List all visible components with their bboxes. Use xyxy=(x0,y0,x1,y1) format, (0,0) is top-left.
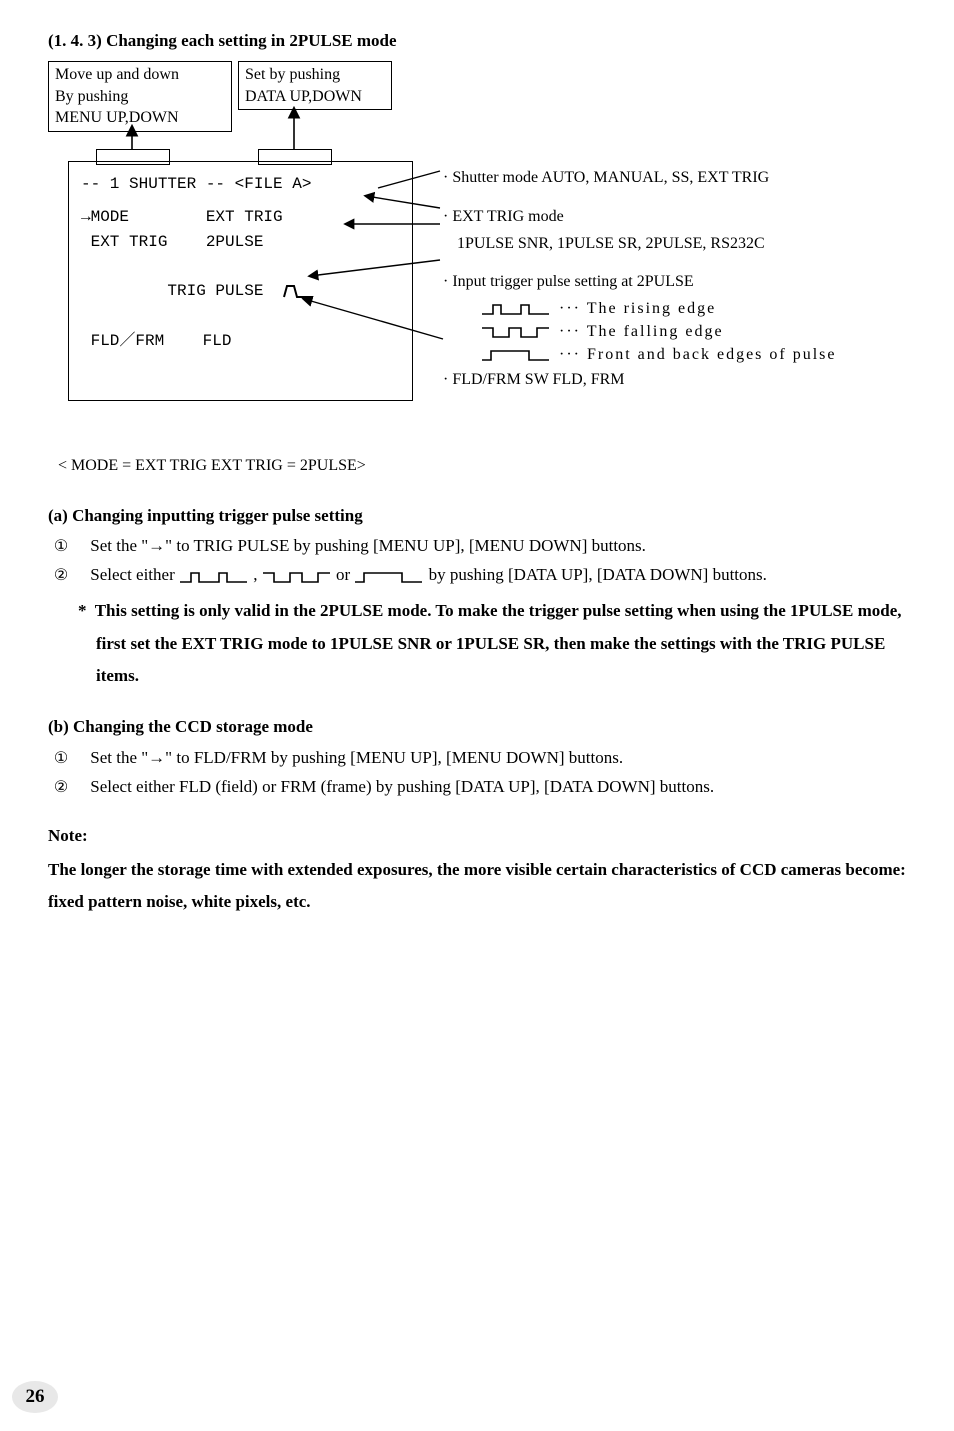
callout-menu-updown: Move up and down By pushing MENU UP,DOWN xyxy=(48,61,232,132)
circled-2-icon: ② xyxy=(66,565,86,587)
a-step-2-text-d: by pushing [DATA UP], [DATA DOWN] button… xyxy=(429,565,767,584)
legend-falling-text: ··· The falling edge xyxy=(559,323,724,340)
osd-line-mode: →MODE EXT TRIG xyxy=(81,205,400,230)
asterisk-icon: * xyxy=(78,601,87,620)
section-a: (a) Changing inputting trigger pulse set… xyxy=(48,505,906,693)
a-step-1: ① Set the "→" to TRIG PULSE by pushing [… xyxy=(66,535,906,558)
legend-rising-text: ··· The rising edge xyxy=(559,300,716,317)
legend-exttrig-values: 1PULSE SNR, 1PULSE SR, 2PULSE, RS232C xyxy=(443,232,837,255)
pulse-rising-icon xyxy=(481,302,551,316)
note-body: The longer the storage time with extende… xyxy=(48,854,906,919)
b-step-2: ② Select either FLD (field) or FRM (fram… xyxy=(66,776,906,799)
osd-line-fldfrm: FLD／FRM FLD xyxy=(81,329,400,354)
diagram-legend: · Shutter mode AUTO, MANUAL, SS, EXT TRI… xyxy=(443,166,837,396)
legend-both: ··· Front and back edges of pulse xyxy=(443,343,837,366)
callout-data-updown: Set by pushing DATA UP,DOWN xyxy=(238,61,392,110)
page-number: 26 xyxy=(12,1381,58,1413)
legend-shutter: · Shutter mode AUTO, MANUAL, SS, EXT TRI… xyxy=(443,166,837,189)
diagram: Move up and down By pushing MENU UP,DOWN… xyxy=(48,61,906,451)
osd-line-exttrig: EXT TRIG 2PULSE xyxy=(81,230,400,255)
b-step-2-text: Select either FLD (field) or FRM (frame)… xyxy=(90,777,714,796)
pulse-both-icon xyxy=(283,284,317,298)
diagram-caption: < MODE = EXT TRIG EXT TRIG = 2PULSE> xyxy=(58,455,906,477)
legend-rising: ··· The rising edge xyxy=(443,297,837,320)
pulse-falling-icon xyxy=(481,325,551,339)
osd-trigpulse-label: TRIG PULSE xyxy=(158,282,283,300)
legend-falling: ··· The falling edge xyxy=(443,320,837,343)
section-b: (b) Changing the CCD storage mode ① Set … xyxy=(48,716,906,799)
a-step-2: ② Select either , or by pushing [DATA UP… xyxy=(66,564,906,587)
legend-both-text: ··· Front and back edges of pulse xyxy=(559,346,837,363)
circled-1-icon-b: ① xyxy=(66,748,86,770)
section-title: (1. 4. 3) Changing each setting in 2PULS… xyxy=(48,30,906,53)
pulse-rising-inline-icon xyxy=(179,570,249,584)
legend-input-head: · Input trigger pulse setting at 2PULSE xyxy=(443,270,837,293)
a-note-text: This setting is only valid in the 2PULSE… xyxy=(95,601,902,685)
a-step-2-text-c: or xyxy=(336,565,354,584)
circled-1-icon: ① xyxy=(66,536,86,558)
page: (1. 4. 3) Changing each setting in 2PULS… xyxy=(0,0,954,1431)
note-head: Note: xyxy=(48,825,906,848)
b-step-1-text: Set the "→" to FLD/FRM by pushing [MENU … xyxy=(90,748,623,767)
a-note: * This setting is only valid in the 2PUL… xyxy=(66,595,906,692)
a-step-1-text: Set the "→" to TRIG PULSE by pushing [ME… xyxy=(90,536,646,555)
legend-fldfrm: · FLD/FRM SW FLD, FRM xyxy=(443,368,837,391)
section-a-head: (a) Changing inputting trigger pulse set… xyxy=(48,505,906,528)
note-section: Note: The longer the storage time with e… xyxy=(48,825,906,919)
b-step-1: ① Set the "→" to FLD/FRM by pushing [MEN… xyxy=(66,747,906,770)
pulse-falling-inline-icon xyxy=(262,570,332,584)
osd-line-title: -- 1 SHUTTER -- <FILE A> xyxy=(81,172,400,197)
a-step-2-text-a: Select either xyxy=(90,565,179,584)
osd-screen: -- 1 SHUTTER -- <FILE A> →MODE EXT TRIG … xyxy=(68,161,413,401)
osd-line-trigpulse: TRIG PULSE xyxy=(81,254,400,328)
a-step-2-text-b: , xyxy=(253,565,262,584)
osd-blank xyxy=(81,197,400,205)
pulse-both-icon-legend xyxy=(481,348,551,362)
pulse-both-inline-icon xyxy=(354,570,424,584)
legend-exttrig-head: · EXT TRIG mode xyxy=(443,205,837,228)
circled-2-icon-b: ② xyxy=(66,777,86,799)
section-b-head: (b) Changing the CCD storage mode xyxy=(48,716,906,739)
